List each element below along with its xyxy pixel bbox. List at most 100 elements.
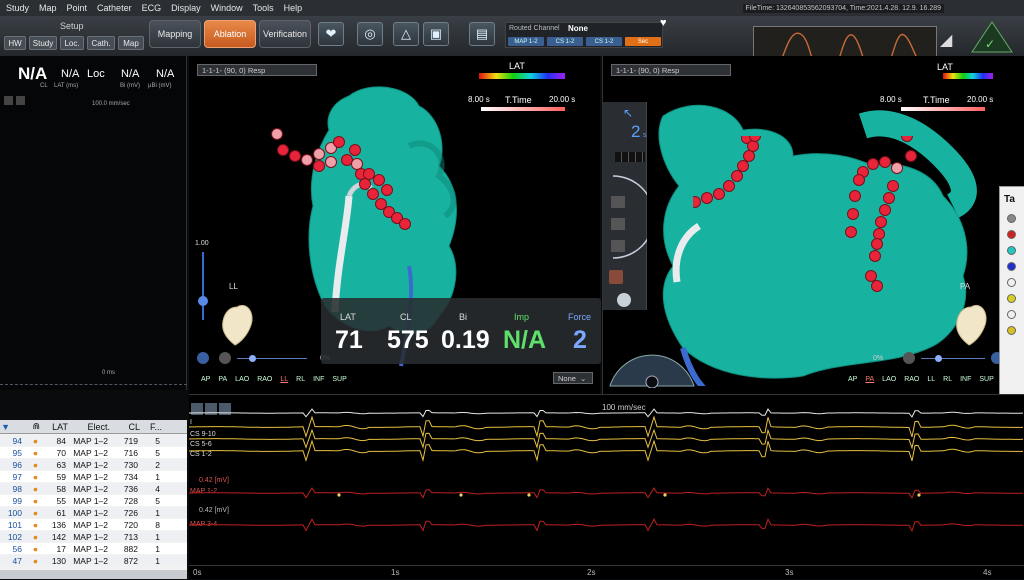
study-button[interactable]: Study: [29, 36, 57, 50]
route-chip-cs12a[interactable]: CS 1-2: [547, 37, 583, 46]
view2-view-ll[interactable]: LL: [927, 376, 935, 383]
view2-grid-icon[interactable]: [615, 152, 645, 162]
ablation-point[interactable]: [871, 280, 883, 292]
view1-selector[interactable]: 1-1-1- (90, 0) Resp: [197, 64, 317, 76]
view2-heart-orientation-icon[interactable]: [951, 301, 991, 347]
tag-swatch-icon[interactable]: [1007, 278, 1016, 287]
ablation-point[interactable]: [873, 228, 885, 240]
ablation-point[interactable]: [399, 218, 411, 230]
view2-compass-icon[interactable]: [617, 293, 631, 307]
catheter-icon[interactable]: ◢: [940, 30, 968, 52]
ablation-point[interactable]: [313, 148, 325, 160]
ablation-point[interactable]: [313, 160, 325, 172]
mapping-mode-button[interactable]: Mapping: [149, 20, 201, 48]
ablation-point[interactable]: [701, 192, 713, 204]
ablation-point[interactable]: [341, 154, 353, 166]
tag-icon[interactable]: ❤: [318, 22, 344, 46]
table-row[interactable]: 100 ● 61 MAP 1–2 726 1: [0, 507, 187, 518]
ablation-point[interactable]: [883, 192, 895, 204]
annotation-marker[interactable]: [459, 493, 463, 497]
ablation-point[interactable]: [277, 144, 289, 156]
view1-view-sup[interactable]: SUP: [332, 376, 346, 383]
ablation-point[interactable]: [693, 196, 701, 208]
cath-button[interactable]: Cath.: [87, 36, 115, 50]
ablation-point[interactable]: [373, 174, 385, 186]
screen-icon[interactable]: ▤: [469, 22, 495, 46]
ablation-point[interactable]: [845, 226, 857, 238]
ablation-point[interactable]: [333, 136, 345, 148]
view1-zoom-handle[interactable]: [198, 296, 208, 306]
ablation-point[interactable]: [879, 204, 891, 216]
ablation-point[interactable]: [359, 178, 371, 190]
tag-swatch-icon[interactable]: [1007, 214, 1016, 223]
ablation-point[interactable]: [887, 180, 899, 192]
ablation-point[interactable]: [271, 128, 283, 140]
annotation-marker[interactable]: [663, 493, 667, 497]
col-elect[interactable]: Elect.: [68, 422, 110, 432]
ablation-point[interactable]: [871, 238, 883, 250]
ablation-point[interactable]: [849, 190, 861, 202]
table-row[interactable]: 56 ● 17 MAP 1–2 882 1: [0, 543, 187, 554]
menu-display[interactable]: Display: [171, 3, 201, 13]
snapshot-icon[interactable]: ▣: [423, 22, 449, 46]
ablation-point[interactable]: [723, 180, 735, 192]
table-row[interactable]: 102 ● 142 MAP 1–2 713 1: [0, 531, 187, 542]
sort-icon[interactable]: ▼: [0, 422, 10, 432]
view2-view-rl[interactable]: RL: [943, 376, 952, 383]
table-row[interactable]: 95 ● 70 MAP 1–2 716 5: [0, 447, 187, 458]
view1-view-ll[interactable]: LL: [280, 376, 288, 383]
verification-mode-button[interactable]: Verification: [259, 20, 311, 48]
view2-view-ap[interactable]: AP: [848, 376, 857, 383]
ablation-point[interactable]: [869, 250, 881, 262]
ablation-point[interactable]: [747, 140, 759, 152]
view1-view-inf[interactable]: INF: [313, 376, 324, 383]
menu-point[interactable]: Point: [67, 3, 88, 13]
table-row[interactable]: 97 ● 59 MAP 1–2 734 1: [0, 471, 187, 482]
routed-channel-value[interactable]: None: [568, 24, 588, 33]
loc-button[interactable]: Loc.: [60, 36, 84, 50]
chamber-icon[interactable]: △: [393, 22, 419, 46]
panel-grip-icon[interactable]: [4, 96, 13, 105]
tag-swatch-icon[interactable]: [1007, 246, 1016, 255]
menu-tools[interactable]: Tools: [253, 3, 274, 13]
ablation-point[interactable]: [867, 158, 879, 170]
menu-map[interactable]: Map: [39, 3, 57, 13]
col-cl[interactable]: CL: [110, 422, 140, 432]
ablation-point[interactable]: [367, 188, 379, 200]
view2-view-lao[interactable]: LAO: [882, 376, 896, 383]
view1-opacity-icon[interactable]: [219, 352, 231, 364]
menu-ecg[interactable]: ECG: [142, 3, 162, 13]
tag-swatch-icon[interactable]: [1007, 230, 1016, 239]
view2-view-pa[interactable]: PA: [865, 376, 874, 383]
ablation-point[interactable]: [737, 160, 749, 172]
col-f[interactable]: F...: [140, 422, 162, 432]
view2-selector[interactable]: 1-1-1- (90, 0) Resp: [611, 64, 731, 76]
view1-heart-orientation-icon[interactable]: [217, 301, 257, 347]
ablation-point[interactable]: [891, 162, 903, 174]
tag-swatch-icon[interactable]: [1007, 262, 1016, 271]
ablation-point[interactable]: [363, 168, 375, 180]
ablation-point[interactable]: [301, 154, 313, 166]
tag-swatch-icon[interactable]: [1007, 326, 1016, 335]
table-row[interactable]: 99 ● 55 MAP 1–2 728 5: [0, 495, 187, 506]
ablation-point[interactable]: [349, 144, 361, 156]
tag-swatch-icon[interactable]: [1007, 294, 1016, 303]
route-chip-cs12b[interactable]: CS 1-2: [586, 37, 622, 46]
view1-view-lao[interactable]: LAO: [235, 376, 249, 383]
menu-catheter[interactable]: Catheter: [97, 3, 132, 13]
view2-view-sup[interactable]: SUP: [979, 376, 993, 383]
map-button[interactable]: Map: [118, 36, 144, 50]
ablation-point[interactable]: [351, 158, 363, 170]
view1-view-pa[interactable]: PA: [218, 376, 227, 383]
map-view-right[interactable]: 1-1-1- (90, 0) Resp LAT 8.00 s T.Time 20…: [602, 56, 1024, 418]
ablation-point[interactable]: [847, 208, 859, 220]
view1-zoom-slider[interactable]: [202, 252, 204, 320]
view2-arrow-icon[interactable]: ↖: [623, 106, 633, 120]
tag-col-icon[interactable]: ⋒: [10, 421, 40, 432]
menu-study[interactable]: Study: [6, 3, 29, 13]
view2-tool-icons[interactable]: [607, 170, 647, 264]
col-lat[interactable]: LAT: [40, 422, 68, 432]
ablation-point[interactable]: [713, 188, 725, 200]
table-row[interactable]: 94 ● 84 MAP 1–2 719 5: [0, 435, 187, 446]
route-chip-sec[interactable]: Sec: [625, 37, 661, 46]
